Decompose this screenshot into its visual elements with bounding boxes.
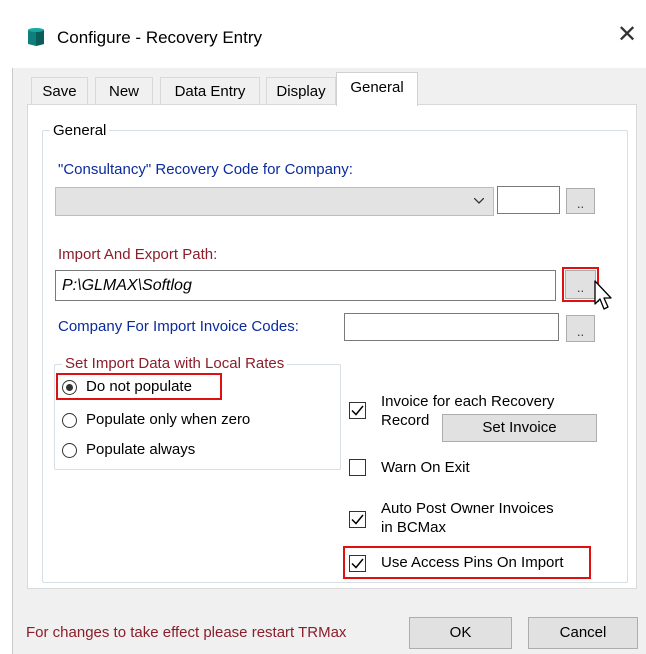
import-export-path-input[interactable]: P:\GLMAX\Softlog	[55, 270, 556, 301]
general-group-title: General	[50, 122, 110, 139]
radio-label: Populate always	[86, 441, 196, 458]
chevron-down-icon	[474, 198, 484, 204]
cancel-button[interactable]: Cancel	[528, 617, 638, 649]
consultancy-label: "Consultancy" Recovery Code for Company:	[58, 161, 353, 178]
checkmark-icon	[351, 405, 364, 416]
radio-circle	[62, 443, 77, 458]
close-icon[interactable]: ✕	[612, 20, 642, 50]
radio-label: Populate only when zero	[86, 411, 251, 428]
consultancy-browse-button[interactable]: ..	[566, 188, 595, 214]
mouse-cursor-icon	[594, 280, 616, 312]
database-icon	[26, 26, 46, 48]
auto-post-label-1: Auto Post Owner Invoices	[381, 500, 554, 517]
tab-save[interactable]: Save	[31, 77, 88, 105]
radio-label: Do not populate	[86, 378, 192, 395]
checkmark-icon	[351, 514, 364, 525]
import-export-browse-button[interactable]: ..	[565, 270, 596, 299]
tab-new[interactable]: New	[95, 77, 153, 105]
warn-on-exit-label: Warn On Exit	[381, 459, 470, 476]
tab-data-entry[interactable]: Data Entry	[160, 77, 260, 105]
company-import-input[interactable]	[344, 313, 559, 341]
radio-populate-zero[interactable]: Populate only when zero	[62, 411, 302, 431]
tab-general[interactable]: General	[336, 72, 418, 106]
ok-button[interactable]: OK	[409, 617, 512, 649]
window-edge	[0, 68, 13, 654]
local-rates-group-title: Set Import Data with Local Rates	[62, 355, 288, 372]
radio-circle	[62, 380, 77, 395]
auto-post-checkbox[interactable]	[349, 511, 366, 528]
restart-note: For changes to take effect please restar…	[26, 624, 347, 641]
consultancy-code-input[interactable]	[497, 186, 560, 214]
company-import-label: Company For Import Invoice Codes:	[58, 318, 299, 335]
window-title: Configure - Recovery Entry	[57, 28, 263, 47]
invoice-each-label-1: Invoice for each Recovery	[381, 393, 555, 410]
invoice-each-label-2: Record	[381, 412, 430, 429]
radio-dot	[66, 384, 73, 391]
set-invoice-button[interactable]: Set Invoice	[442, 414, 597, 442]
radio-circle	[62, 413, 77, 428]
checkmark-icon	[351, 558, 364, 569]
tab-display[interactable]: Display	[266, 77, 336, 105]
consultancy-combo[interactable]	[55, 187, 494, 216]
radio-populate-always[interactable]: Populate always	[62, 441, 262, 461]
auto-post-label-2: in BCMax	[381, 519, 447, 536]
company-import-browse-button[interactable]: ..	[566, 315, 595, 342]
warn-on-exit-checkbox[interactable]	[349, 459, 366, 476]
access-pins-checkbox[interactable]	[349, 555, 366, 572]
access-pins-label: Use Access Pins On Import	[381, 554, 564, 571]
radio-do-not-populate[interactable]: Do not populate	[62, 378, 282, 398]
import-export-label: Import And Export Path:	[58, 246, 218, 263]
invoice-each-checkbox[interactable]	[349, 402, 366, 419]
